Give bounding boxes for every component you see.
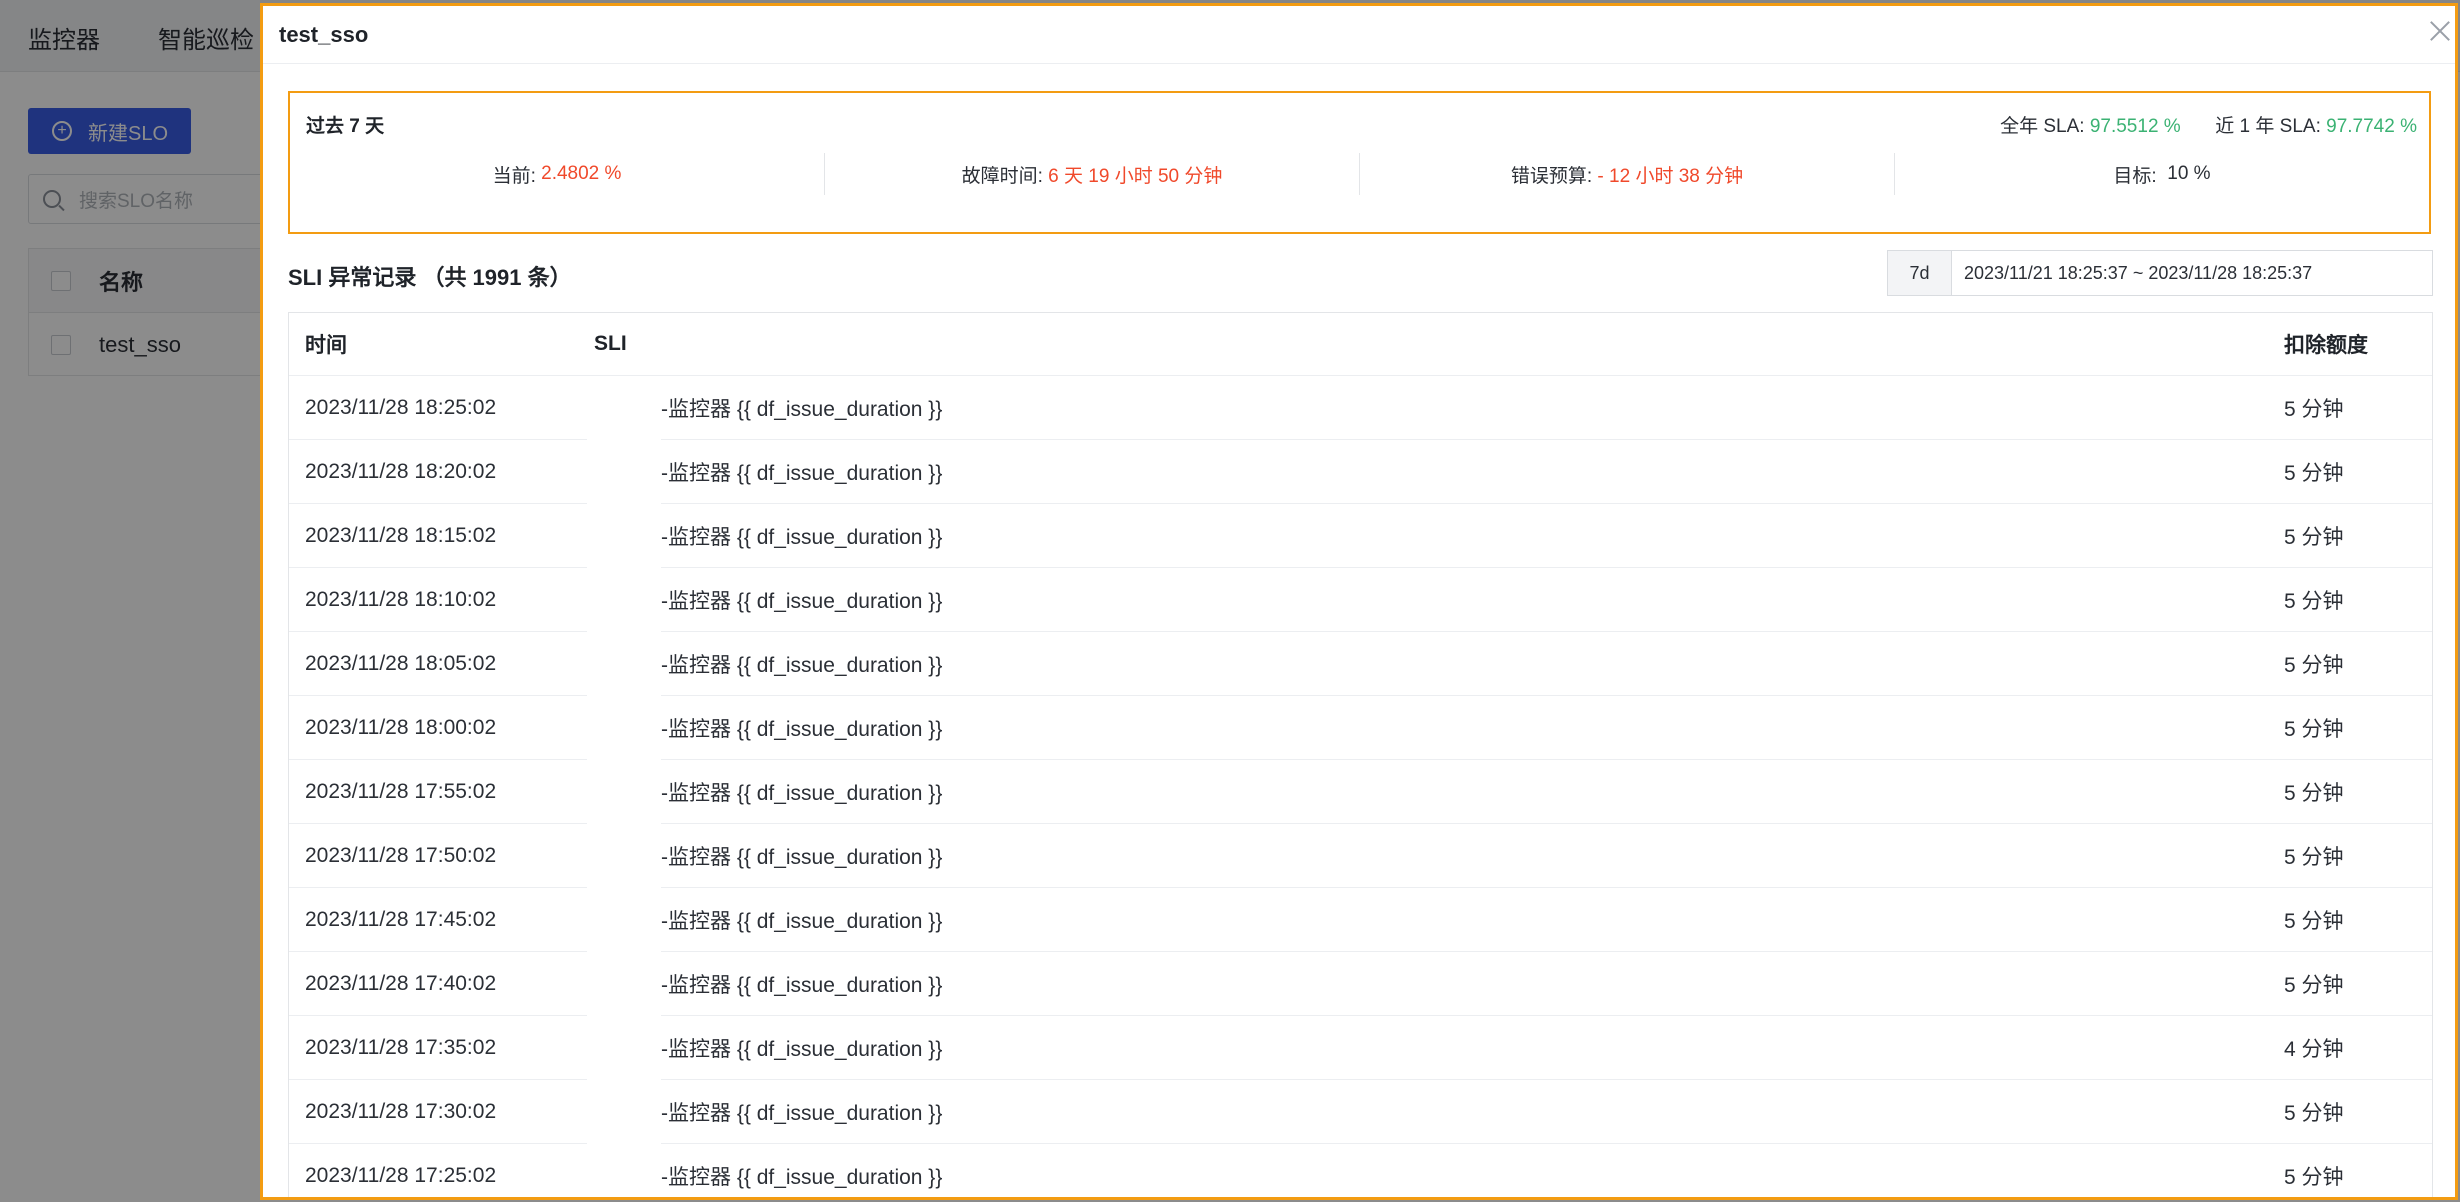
row-sli-text: -监控器 {{ df_issue_duration }}	[661, 1102, 943, 1125]
row-sli: -监控器 {{ df_issue_duration }}	[594, 713, 2284, 743]
row-time: 2023/11/28 18:00:02	[305, 716, 497, 739]
row-sli-text: -监控器 {{ df_issue_duration }}	[661, 1038, 943, 1061]
row-time: 2023/11/28 18:15:02	[305, 524, 497, 547]
row-sli: -监控器 {{ df_issue_duration }}	[594, 1161, 2284, 1191]
sla-summary: 过去 7 天 全年 SLA: 97.5512 % 近 1 年 SLA: 97.7…	[288, 91, 2431, 234]
table-row[interactable]: 2023/11/28 18:00:02 -监控器 {{ df_issue_dura…	[289, 696, 2432, 760]
row-time: 2023/11/28 17:40:02	[305, 972, 497, 995]
sla-metrics: 当前: 2.4802 % 故障时间: 6 天 19 小时 50 分钟 错误预算:…	[290, 153, 2429, 195]
sla-yearly: 全年 SLA: 97.5512 % 近 1 年 SLA: 97.7742 %	[2000, 111, 2417, 138]
row-time: 2023/11/28 17:30:02	[305, 1100, 497, 1123]
slo-detail-drawer: test_sso 过去 7 天 全年 SLA: 97.5512 % 近 1 年 …	[260, 3, 2458, 1200]
last-year-sla-label: 近 1 年 SLA:	[2215, 116, 2321, 137]
row-deduction: 5 分钟	[2284, 1102, 2344, 1125]
metric-current: 当前: 2.4802 %	[290, 153, 825, 195]
row-sli-text: -监控器 {{ df_issue_duration }}	[661, 590, 943, 613]
table-row[interactable]: 2023/11/28 18:05:02 -监控器 {{ df_issue_dura…	[289, 632, 2432, 696]
column-sli-header: SLI	[594, 332, 627, 355]
row-sli: -监控器 {{ df_issue_duration }}	[594, 905, 2284, 935]
metric-error-budget: 错误预算: - 12 小时 38 分钟	[1360, 153, 1895, 195]
row-sli-text: -监控器 {{ df_issue_duration }}	[661, 974, 943, 997]
metric-value: 6 天 19 小时 50 分钟	[1048, 165, 1223, 187]
range-preset-button[interactable]: 7d	[1888, 251, 1952, 295]
row-sli-text: -监控器 {{ df_issue_duration }}	[661, 462, 943, 485]
table-row[interactable]: 2023/11/28 17:50:02 -监控器 {{ df_issue_dura…	[289, 824, 2432, 888]
metric-label: 错误预算:	[1510, 165, 1593, 187]
year-sla-value: 97.5512 %	[2089, 116, 2181, 137]
row-deduction: 5 分钟	[2284, 462, 2344, 485]
drawer-title: test_sso	[279, 21, 369, 47]
row-deduction: 5 分钟	[2284, 590, 2344, 613]
row-deduction: 5 分钟	[2284, 398, 2344, 421]
table-row[interactable]: 2023/11/28 18:20:02 -监控器 {{ df_issue_dura…	[289, 440, 2432, 504]
row-deduction: 5 分钟	[2284, 526, 2344, 549]
metric-downtime: 故障时间: 6 天 19 小时 50 分钟	[825, 153, 1360, 195]
row-sli-text: -监控器 {{ df_issue_duration }}	[661, 782, 943, 805]
last-year-sla-value: 97.7742 %	[2326, 116, 2417, 137]
row-sli: -监控器 {{ df_issue_duration }}	[594, 969, 2284, 999]
table-row[interactable]: 2023/11/28 18:25:02 -监控器 {{ df_issue_dura…	[289, 376, 2432, 440]
table-row[interactable]: 2023/11/28 17:55:02 -监控器 {{ df_issue_dura…	[289, 760, 2432, 824]
row-deduction: 5 分钟	[2284, 654, 2344, 677]
table-row[interactable]: 2023/11/28 18:15:02 -监控器 {{ df_issue_dura…	[289, 504, 2432, 568]
row-sli: -监控器 {{ df_issue_duration }}	[594, 585, 2284, 615]
sla-period: 过去 7 天	[306, 116, 385, 137]
row-sli-text: -监控器 {{ df_issue_duration }}	[661, 910, 943, 933]
drawer-header: test_sso	[263, 6, 2455, 64]
year-sla-label: 全年 SLA:	[2000, 116, 2085, 137]
row-sli: -监控器 {{ df_issue_duration }}	[594, 1097, 2284, 1127]
row-deduction: 5 分钟	[2284, 910, 2344, 933]
table-row[interactable]: 2023/11/28 17:35:02 -监控器 {{ df_issue_dura…	[289, 1016, 2432, 1080]
row-time: 2023/11/28 18:10:02	[305, 588, 497, 611]
row-deduction: 5 分钟	[2284, 974, 2344, 997]
row-time: 2023/11/28 18:20:02	[305, 460, 497, 483]
column-deduction-header: 扣除额度	[2284, 334, 2368, 357]
row-sli: -监控器 {{ df_issue_duration }}	[594, 649, 2284, 679]
row-sli: -监控器 {{ df_issue_duration }}	[594, 457, 2284, 487]
table-header: 时间 SLI 扣除额度	[289, 313, 2432, 376]
row-sli-text: -监控器 {{ df_issue_duration }}	[661, 718, 943, 741]
row-time: 2023/11/28 17:55:02	[305, 780, 497, 803]
table-row[interactable]: 2023/11/28 17:45:02 -监控器 {{ df_issue_dura…	[289, 888, 2432, 952]
row-deduction: 5 分钟	[2284, 846, 2344, 869]
metric-label: 目标:	[2113, 165, 2157, 187]
row-sli: -监控器 {{ df_issue_duration }}	[594, 1033, 2284, 1063]
time-range-picker[interactable]: 7d 2023/11/21 18:25:37 ~ 2023/11/28 18:2…	[1887, 250, 2433, 296]
row-sli: -监控器 {{ df_issue_duration }}	[594, 777, 2284, 807]
row-time: 2023/11/28 17:45:02	[305, 908, 497, 931]
metric-value: 10 %	[2167, 163, 2211, 184]
row-time: 2023/11/28 17:25:02	[305, 1164, 497, 1187]
row-sli: -监控器 {{ df_issue_duration }}	[594, 393, 2284, 423]
row-sli-text: -监控器 {{ df_issue_duration }}	[661, 846, 943, 869]
close-icon[interactable]	[2427, 18, 2453, 44]
range-text[interactable]: 2023/11/21 18:25:37 ~ 2023/11/28 18:25:3…	[1952, 263, 2312, 284]
row-time: 2023/11/28 18:05:02	[305, 652, 497, 675]
sli-records-table: 时间 SLI 扣除额度 2023/11/28 18:25:02 -监控器 {{ d…	[288, 312, 2433, 1197]
column-time-header: 时间	[305, 334, 347, 357]
metric-value: - 12 小时 38 分钟	[1597, 165, 1744, 187]
table-row[interactable]: 2023/11/28 17:30:02 -监控器 {{ df_issue_dura…	[289, 1080, 2432, 1144]
table-row[interactable]: 2023/11/28 17:40:02 -监控器 {{ df_issue_dura…	[289, 952, 2432, 1016]
table-row[interactable]: 2023/11/28 17:25:02 -监控器 {{ df_issue_dura…	[289, 1144, 2432, 1197]
metric-label: 当前:	[492, 165, 536, 187]
row-sli-text: -监控器 {{ df_issue_duration }}	[661, 398, 943, 421]
row-deduction: 5 分钟	[2284, 718, 2344, 741]
metric-label: 故障时间:	[961, 165, 1043, 187]
row-sli-text: -监控器 {{ df_issue_duration }}	[661, 1166, 943, 1189]
row-deduction: 5 分钟	[2284, 782, 2344, 805]
row-sli-text: -监控器 {{ df_issue_duration }}	[661, 654, 943, 677]
table-body: 2023/11/28 18:25:02 -监控器 {{ df_issue_dura…	[289, 376, 2432, 1197]
row-deduction: 4 分钟	[2284, 1038, 2344, 1061]
metric-target: 目标: 10 %	[1895, 153, 2429, 195]
row-time: 2023/11/28 17:50:02	[305, 844, 497, 867]
row-sli: -监控器 {{ df_issue_duration }}	[594, 841, 2284, 871]
table-row[interactable]: 2023/11/28 18:10:02 -监控器 {{ df_issue_dura…	[289, 568, 2432, 632]
row-sli: -监控器 {{ df_issue_duration }}	[594, 521, 2284, 551]
metric-value: 2.4802 %	[541, 163, 622, 184]
row-deduction: 5 分钟	[2284, 1166, 2344, 1189]
row-time: 2023/11/28 17:35:02	[305, 1036, 497, 1059]
row-time: 2023/11/28 18:25:02	[305, 396, 497, 419]
row-sli-text: -监控器 {{ df_issue_duration }}	[661, 526, 943, 549]
sli-records-title: SLI 异常记录 （共 1991 条）	[288, 265, 572, 290]
